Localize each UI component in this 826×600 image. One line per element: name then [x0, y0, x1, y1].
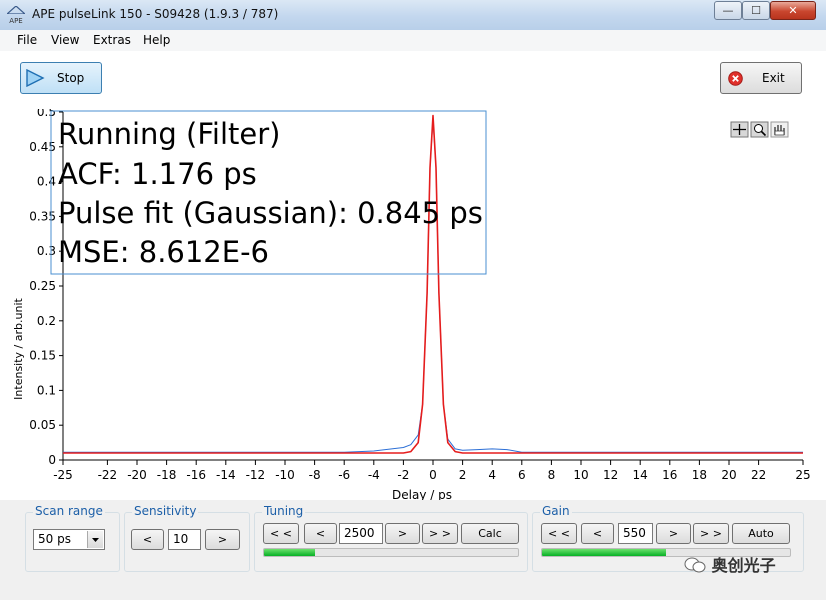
- scan-range-label: Scan range: [33, 504, 105, 518]
- stop-label: Stop: [57, 71, 85, 85]
- x-tick-label: 10: [573, 468, 588, 482]
- menu-file[interactable]: File: [17, 33, 37, 47]
- x-tick-label: -18: [157, 468, 177, 482]
- tuning-input[interactable]: 2500: [339, 523, 383, 544]
- control-panel: Scan range 50 ps Sensitivity < 10 > Tuni…: [0, 500, 826, 600]
- y-tick-label: 0.4: [37, 175, 56, 189]
- tuning-group: Tuning < < < 2500 > > > Calc: [254, 504, 528, 572]
- x-tick-label: -22: [98, 468, 118, 482]
- x-tick-label: -25: [53, 468, 73, 482]
- pan-icon[interactable]: [770, 121, 789, 138]
- x-tick-label: 6: [518, 468, 526, 482]
- x-tick-label: 14: [633, 468, 648, 482]
- zoom-icon[interactable]: [750, 121, 769, 138]
- x-tick-label: -8: [309, 468, 321, 482]
- status-line: Running (Filter): [58, 117, 281, 151]
- y-tick-label: 0.05: [29, 418, 56, 432]
- x-tick-label: -20: [127, 468, 147, 482]
- x-tick-label: -4: [368, 468, 380, 482]
- app-logo-text: APE: [9, 17, 23, 25]
- tuning-progress-bar: [263, 548, 519, 557]
- exit-button[interactable]: Exit: [720, 62, 802, 94]
- gain-decrease-button[interactable]: <: [581, 523, 614, 544]
- gain-increase-button[interactable]: >: [656, 523, 691, 544]
- menu-help[interactable]: Help: [143, 33, 170, 47]
- crosshair-icon[interactable]: [730, 121, 749, 138]
- scan-range-select[interactable]: 50 ps: [33, 529, 105, 550]
- chart-toolbox: [730, 121, 789, 138]
- play-icon: [26, 69, 45, 87]
- x-tick-label: -6: [338, 468, 350, 482]
- tuning-label: Tuning: [262, 504, 306, 518]
- y-tick-label: 0.2: [37, 314, 56, 328]
- x-tick-label: 8: [548, 468, 556, 482]
- x-tick-label: 20: [721, 468, 736, 482]
- tuning-fast-decrease-button[interactable]: < <: [263, 523, 299, 544]
- sensitivity-decrease-button[interactable]: <: [131, 529, 164, 550]
- scan-range-value: 50 ps: [38, 532, 71, 546]
- menu-bar: File View Extras Help: [0, 30, 826, 52]
- x-tick-label: 18: [692, 468, 707, 482]
- y-tick-label: 0.3: [37, 244, 56, 258]
- x-tick-label: -10: [275, 468, 295, 482]
- tuning-fast-increase-button[interactable]: > >: [422, 523, 458, 544]
- tuning-progress-fill: [264, 549, 315, 556]
- sensitivity-label: Sensitivity: [132, 504, 199, 518]
- x-tick-label: 22: [751, 468, 766, 482]
- calc-button[interactable]: Calc: [461, 523, 519, 544]
- y-tick-label: 0.35: [29, 209, 56, 223]
- stop-button[interactable]: Stop: [20, 62, 102, 94]
- autocorrelation-chart[interactable]: -25 -22 -20 -18 -16 -14 -12 -10 -8 -6 -4 -2 0 2 4 6 8 10 1…: [0, 109, 826, 505]
- sensitivity-increase-button[interactable]: >: [205, 529, 240, 550]
- window-title: APE pulseLink 150 - S09428 (1.9.3 / 787): [32, 7, 279, 21]
- watermark: 奥创光子: [684, 552, 776, 576]
- y-tick-label: 0.15: [29, 349, 56, 363]
- gain-label: Gain: [540, 504, 572, 518]
- gain-fast-decrease-button[interactable]: < <: [541, 523, 577, 544]
- gain-input[interactable]: 550: [618, 523, 653, 544]
- toolbar: Stop Exit: [0, 51, 826, 109]
- gain-progress-fill: [542, 549, 666, 556]
- x-tick-label: 25: [795, 468, 810, 482]
- x-tick-label: -14: [216, 468, 236, 482]
- menu-view[interactable]: View: [51, 33, 79, 47]
- scan-range-group: Scan range 50 ps: [25, 504, 120, 572]
- x-axis-ticks: -25 -22 -20 -18 -16 -14 -12 -10 -8 -6 -4 -2 0 2 4 6 8 10 1…: [53, 460, 811, 482]
- y-tick-label: 0: [48, 453, 56, 467]
- acf-line: ACF: 1.176 ps: [58, 157, 257, 191]
- sensitivity-input[interactable]: 10: [168, 529, 201, 550]
- auto-button[interactable]: Auto: [732, 523, 790, 544]
- minimize-button[interactable]: —: [714, 1, 742, 20]
- x-tick-label: 12: [603, 468, 618, 482]
- x-tick-label: 0: [429, 468, 437, 482]
- x-tick-label: 4: [488, 468, 496, 482]
- tuning-decrease-button[interactable]: <: [304, 523, 337, 544]
- x-tick-label: -2: [397, 468, 409, 482]
- gain-fast-increase-button[interactable]: > >: [693, 523, 729, 544]
- x-tick-label: -12: [246, 468, 266, 482]
- y-tick-label: 0.25: [29, 279, 56, 293]
- exit-icon: [728, 71, 743, 86]
- pulse-fit-line: Pulse fit (Gaussian): 0.845 ps: [58, 196, 483, 230]
- tuning-increase-button[interactable]: >: [385, 523, 420, 544]
- x-tick-label: -16: [186, 468, 206, 482]
- watermark-text: 奥创光子: [711, 556, 776, 575]
- mse-line: MSE: 8.612E-6: [58, 235, 269, 269]
- sensitivity-group: Sensitivity < 10 >: [124, 504, 250, 572]
- maximize-button[interactable]: ☐: [742, 1, 770, 20]
- close-button[interactable]: ✕: [770, 1, 816, 20]
- exit-label: Exit: [762, 71, 785, 85]
- chevron-down-icon[interactable]: [87, 531, 103, 548]
- y-tick-label: 0.45: [29, 140, 56, 154]
- menu-extras[interactable]: Extras: [93, 33, 131, 47]
- x-tick-label: 16: [662, 468, 677, 482]
- app-logo-icon: APE: [5, 5, 27, 25]
- y-axis-label: Intensity / arb.unit: [12, 298, 25, 400]
- x-tick-label: 2: [459, 468, 467, 482]
- title-bar[interactable]: APE APE pulseLink 150 - S09428 (1.9.3 / …: [0, 0, 826, 31]
- wechat-icon: [684, 557, 706, 573]
- y-tick-label: 0.1: [37, 383, 56, 397]
